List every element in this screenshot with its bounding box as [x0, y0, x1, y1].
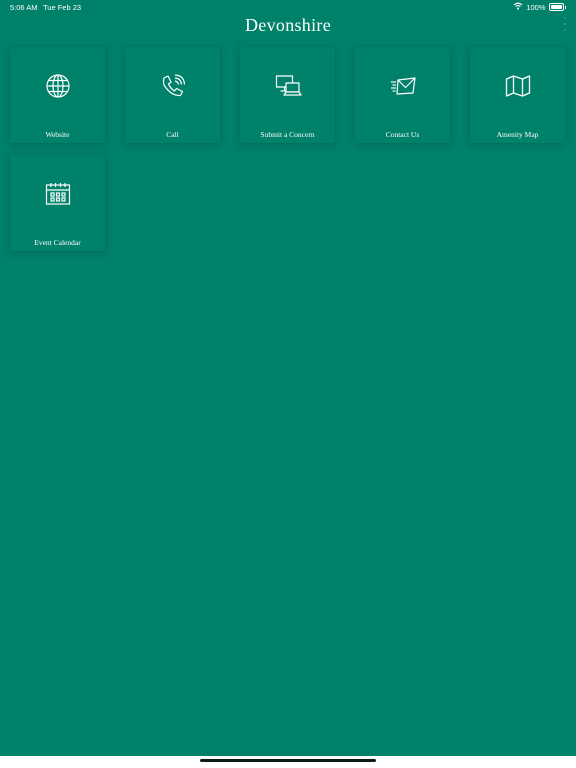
status-indicators: 100%	[513, 2, 566, 12]
home-indicator[interactable]	[200, 759, 376, 762]
tile-contact-us[interactable]: Contact Us	[355, 47, 450, 143]
phone-icon	[159, 72, 187, 100]
send-mail-icon	[389, 72, 417, 100]
globe-icon	[44, 72, 72, 100]
tile-amenity-map[interactable]: Amenity Map	[470, 47, 565, 143]
tile-label: Submit a Concern	[260, 130, 315, 139]
tile-label: Event Calendar	[34, 238, 81, 247]
bottom-strip	[0, 756, 576, 768]
tile-grid: Website Call Submit a Concern Contact Us…	[10, 47, 565, 251]
status-date: Tue Feb 23	[43, 3, 82, 12]
computers-icon	[274, 72, 302, 100]
map-icon	[504, 72, 532, 100]
wifi-icon	[513, 2, 523, 12]
tile-website[interactable]: Website	[10, 47, 105, 143]
status-bar: 5:06 AM Tue Feb 23 100%	[0, 0, 576, 14]
tile-event-calendar[interactable]: Event Calendar	[10, 155, 105, 251]
tile-label: Call	[166, 130, 179, 139]
page-title: Devonshire	[245, 15, 331, 35]
calendar-icon	[44, 180, 72, 208]
battery-icon	[548, 3, 564, 11]
tile-submit-a-concern[interactable]: Submit a Concern	[240, 47, 335, 143]
tile-call[interactable]: Call	[125, 47, 220, 143]
tile-label: Contact Us	[385, 130, 420, 139]
battery-percent: 100%	[526, 2, 546, 12]
status-time: 5:06 AM	[10, 3, 38, 12]
tile-label: Website	[45, 130, 70, 139]
more-vertical-icon[interactable]	[562, 17, 568, 31]
tile-label: Amenity Map	[496, 130, 539, 139]
